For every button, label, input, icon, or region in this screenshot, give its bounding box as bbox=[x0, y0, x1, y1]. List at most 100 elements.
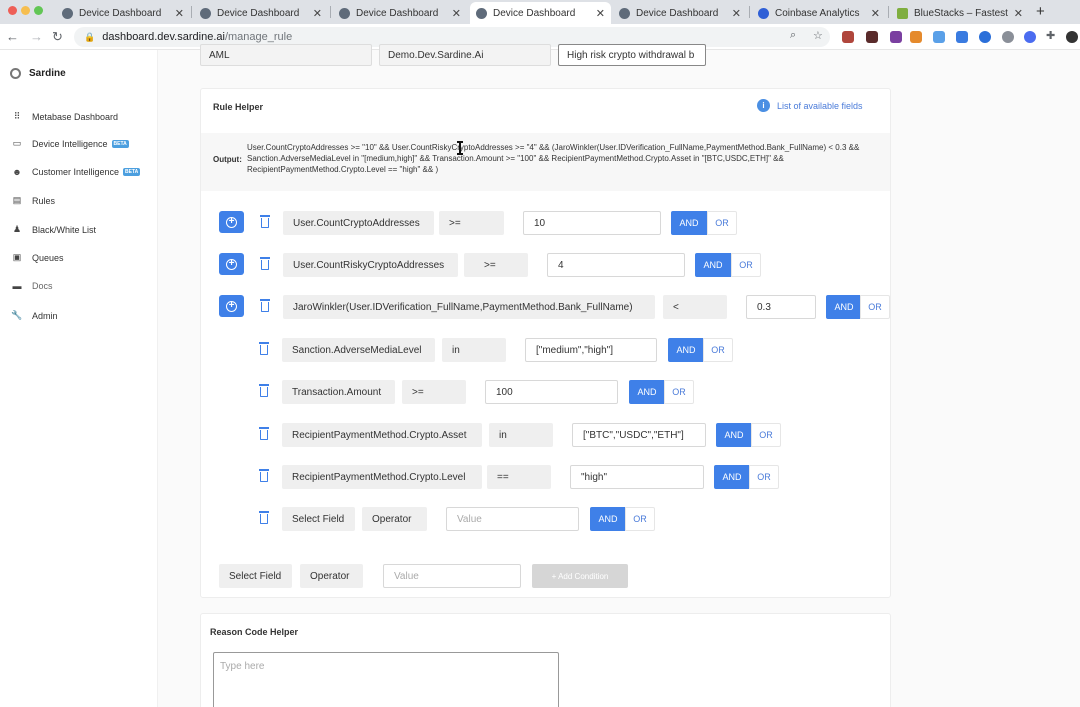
forward-icon[interactable]: → bbox=[30, 29, 43, 44]
operator-dropdown[interactable]: Operator bbox=[362, 507, 427, 531]
condition-field[interactable]: Sanction.AdverseMediaLevel bbox=[282, 338, 435, 362]
condition-value-input[interactable]: 0.3 bbox=[746, 295, 816, 319]
browser-tab[interactable]: BlueStacks – Fastest A ✕ bbox=[891, 2, 1029, 24]
new-condition-operator-dropdown[interactable]: Operator bbox=[300, 564, 363, 588]
client-field[interactable]: Demo.Dev.Sardine.Ai bbox=[379, 44, 551, 66]
condition-operator[interactable]: == bbox=[487, 465, 551, 489]
available-fields-link[interactable]: i List of available fields bbox=[757, 99, 863, 112]
and-button[interactable]: AND bbox=[668, 338, 704, 362]
condition-field[interactable]: User.CountCryptoAddresses bbox=[283, 211, 434, 235]
extension-icon[interactable] bbox=[979, 31, 991, 43]
trash-icon[interactable] bbox=[259, 511, 269, 524]
sidebar-item-customer-intelligence[interactable]: ☻ Customer Intelligence BETA bbox=[11, 167, 141, 177]
sidebar-item-queues[interactable]: ▣ Queues bbox=[11, 252, 64, 263]
puzzle-extensions-icon[interactable]: ✚ bbox=[1046, 29, 1055, 42]
browser-tab[interactable]: Device Dashboard ✕ bbox=[333, 2, 467, 24]
sidebar-item-admin[interactable]: 🔧 Admin bbox=[11, 310, 57, 321]
condition-field[interactable]: User.CountRiskyCryptoAddresses bbox=[283, 253, 458, 277]
sidebar-item-black-white-list[interactable]: ♟ Black/White List bbox=[11, 224, 96, 235]
metamask-extension-icon[interactable] bbox=[910, 31, 922, 43]
trash-icon[interactable] bbox=[260, 215, 270, 228]
maximize-window-icon[interactable] bbox=[34, 6, 43, 15]
trash-icon[interactable] bbox=[260, 257, 270, 270]
or-button[interactable]: OR bbox=[625, 507, 655, 531]
browser-tab[interactable]: Device Dashboard ✕ bbox=[194, 2, 328, 24]
trash-icon[interactable] bbox=[259, 384, 269, 397]
or-button[interactable]: OR bbox=[664, 380, 694, 404]
tab-close-icon[interactable]: ✕ bbox=[1014, 7, 1023, 20]
condition-value-input[interactable]: ["BTC","USDC","ETH"] bbox=[572, 423, 706, 447]
extension-icon[interactable] bbox=[1002, 31, 1014, 43]
zoom-icon[interactable]: ⌕ bbox=[790, 29, 796, 42]
trash-icon[interactable] bbox=[259, 342, 269, 355]
condition-field[interactable]: RecipientPaymentMethod.Crypto.Level bbox=[282, 465, 482, 489]
extension-icon[interactable] bbox=[933, 31, 945, 43]
extension-icon[interactable] bbox=[956, 31, 968, 43]
browser-tab-active[interactable]: Device Dashboard ✕ bbox=[470, 2, 611, 24]
reload-icon[interactable]: ↻ bbox=[52, 29, 63, 45]
condition-operator[interactable]: >= bbox=[464, 253, 528, 277]
condition-value-input[interactable]: 100 bbox=[485, 380, 618, 404]
add-nested-condition-button[interactable]: + bbox=[219, 253, 244, 275]
condition-field[interactable]: RecipientPaymentMethod.Crypto.Asset bbox=[282, 423, 482, 447]
back-icon[interactable]: ← bbox=[6, 29, 19, 44]
and-button[interactable]: AND bbox=[629, 380, 665, 404]
trash-icon[interactable] bbox=[259, 427, 269, 440]
extension-icon[interactable] bbox=[1024, 31, 1036, 43]
browser-tab[interactable]: Device Dashboard ✕ bbox=[613, 2, 747, 24]
or-button[interactable]: OR bbox=[860, 295, 890, 319]
or-button[interactable]: OR bbox=[703, 338, 733, 362]
tab-close-icon[interactable]: ✕ bbox=[452, 7, 461, 20]
tab-close-icon[interactable]: ✕ bbox=[871, 7, 880, 20]
rule-name-input[interactable]: High risk crypto withdrawal b bbox=[558, 44, 706, 66]
trash-icon[interactable] bbox=[259, 469, 269, 482]
condition-field[interactable]: JaroWinkler(User.IDVerification_FullName… bbox=[283, 295, 655, 319]
select-field-dropdown[interactable]: Select Field bbox=[282, 507, 355, 531]
condition-value-input[interactable]: 10 bbox=[523, 211, 661, 235]
or-button[interactable]: OR bbox=[751, 423, 781, 447]
sidebar-item-docs[interactable]: ▬ Docs bbox=[11, 281, 53, 291]
close-window-icon[interactable] bbox=[8, 6, 17, 15]
browser-tab[interactable]: Coinbase Analytics ✕ bbox=[752, 2, 886, 24]
condition-operator[interactable]: in bbox=[489, 423, 553, 447]
condition-field[interactable]: Transaction.Amount bbox=[282, 380, 395, 404]
or-button[interactable]: OR bbox=[749, 465, 779, 489]
sidebar-item-device-intelligence[interactable]: ▭ Device Intelligence BETA bbox=[11, 138, 129, 149]
and-button[interactable]: AND bbox=[716, 423, 752, 447]
extension-icon[interactable] bbox=[842, 31, 854, 43]
trash-icon[interactable] bbox=[260, 299, 270, 312]
value-input[interactable]: Value bbox=[446, 507, 579, 531]
add-nested-condition-button[interactable]: + bbox=[219, 211, 244, 233]
add-condition-button[interactable]: + Add Condition bbox=[532, 564, 628, 588]
reason-code-textarea[interactable]: Type here bbox=[213, 652, 559, 707]
new-condition-field-dropdown[interactable]: Select Field bbox=[219, 564, 292, 588]
and-button[interactable]: AND bbox=[714, 465, 750, 489]
add-nested-condition-button[interactable]: + bbox=[219, 295, 244, 317]
brand[interactable]: Sardine bbox=[10, 68, 66, 79]
sidebar-item-metabase-dashboard[interactable]: ⠿ Metabase Dashboard bbox=[11, 111, 118, 122]
sidebar-item-rules[interactable]: ▤ Rules bbox=[11, 195, 55, 206]
condition-value-input[interactable]: "high" bbox=[570, 465, 704, 489]
tab-close-icon[interactable]: ✕ bbox=[175, 7, 184, 20]
rule-type-field[interactable]: AML bbox=[200, 44, 372, 66]
condition-value-input[interactable]: 4 bbox=[547, 253, 685, 277]
condition-operator[interactable]: >= bbox=[439, 211, 504, 235]
new-tab-icon[interactable]: + bbox=[1036, 3, 1045, 20]
and-button[interactable]: AND bbox=[671, 211, 707, 235]
and-button[interactable]: AND bbox=[590, 507, 626, 531]
condition-operator[interactable]: >= bbox=[402, 380, 466, 404]
new-condition-value-input[interactable]: Value bbox=[383, 564, 521, 588]
tab-close-icon[interactable]: ✕ bbox=[596, 7, 605, 20]
minimize-window-icon[interactable] bbox=[21, 6, 30, 15]
profile-avatar[interactable] bbox=[1066, 31, 1078, 43]
tab-close-icon[interactable]: ✕ bbox=[313, 7, 322, 20]
or-button[interactable]: OR bbox=[731, 253, 761, 277]
condition-value-input[interactable]: ["medium","high"] bbox=[525, 338, 657, 362]
bookmark-star-icon[interactable]: ☆ bbox=[813, 29, 823, 42]
extension-icon[interactable] bbox=[866, 31, 878, 43]
or-button[interactable]: OR bbox=[707, 211, 737, 235]
extension-icon[interactable] bbox=[890, 31, 902, 43]
browser-tab[interactable]: Device Dashboard ✕ bbox=[56, 2, 190, 24]
condition-operator[interactable]: in bbox=[442, 338, 506, 362]
condition-operator[interactable]: < bbox=[663, 295, 727, 319]
